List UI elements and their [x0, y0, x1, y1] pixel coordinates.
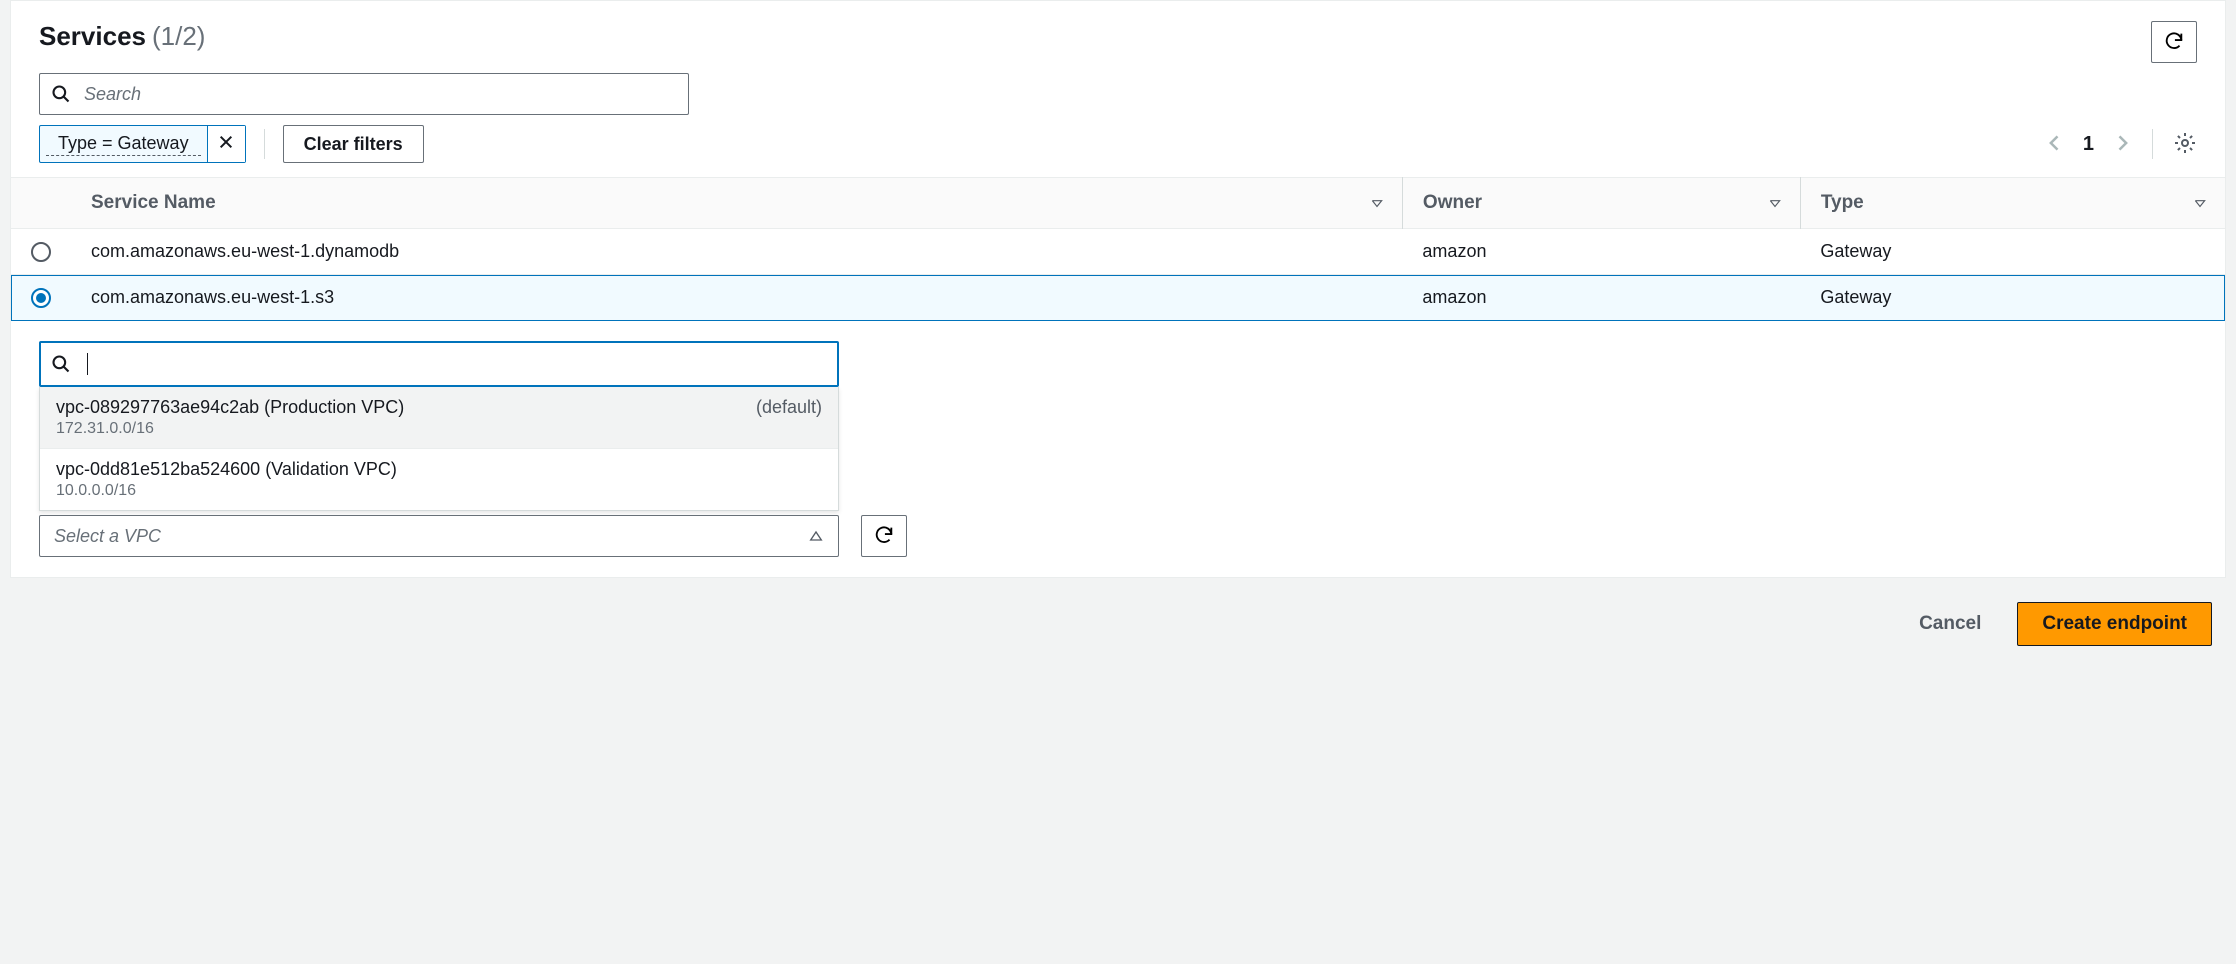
close-icon — [218, 133, 234, 156]
refresh-icon — [873, 524, 895, 549]
page-number: 1 — [2083, 133, 2094, 156]
cell-owner: amazon — [1402, 229, 1800, 275]
gear-icon — [2173, 131, 2197, 158]
panel-count: (1/2) — [152, 21, 205, 52]
search-icon — [51, 84, 71, 104]
sort-icon — [1370, 196, 1384, 210]
pagination: 1 — [2045, 133, 2132, 156]
search-row — [11, 63, 2225, 115]
panel-title: Services — [39, 21, 146, 52]
page-prev[interactable] — [2045, 133, 2065, 156]
vpc-select[interactable]: Select a VPC — [39, 515, 839, 557]
th-type[interactable]: Type — [1800, 178, 2225, 229]
table-row[interactable]: com.amazonaws.eu-west-1.dynamodb amazon … — [11, 229, 2225, 275]
vpc-refresh-button[interactable] — [861, 515, 907, 557]
th-label: Service Name — [91, 192, 216, 213]
chevron-right-icon — [2112, 133, 2132, 156]
services-search-input[interactable] — [39, 73, 689, 115]
filter-chip-label[interactable]: Type = Gateway — [46, 132, 201, 156]
panel-header: Services (1/2) — [11, 1, 2225, 63]
th-service-name[interactable]: Service Name — [71, 178, 1402, 229]
services-panel: Services (1/2) Type — [10, 0, 2226, 578]
sort-icon — [1768, 196, 1782, 210]
divider — [264, 129, 265, 159]
divider — [2152, 129, 2153, 159]
search-icon — [51, 354, 71, 374]
th-select — [11, 178, 71, 229]
vpc-option[interactable]: vpc-0dd81e512ba524600 (Validation VPC) 1… — [40, 449, 838, 510]
clear-filters-button[interactable]: Clear filters — [283, 125, 424, 163]
cell-owner: amazon — [1402, 275, 1800, 321]
radio-dot — [36, 293, 46, 303]
caret-up-icon — [808, 528, 824, 544]
footer-buttons: Cancel Create endpoint — [0, 578, 2236, 658]
vpc-default-tag: (default) — [756, 397, 822, 418]
refresh-button[interactable] — [2151, 21, 2197, 63]
search-box — [39, 73, 689, 115]
chevron-left-icon — [2045, 133, 2065, 156]
vpc-option[interactable]: vpc-089297763ae94c2ab (Production VPC) (… — [40, 387, 838, 449]
panel-title-row: Services (1/2) — [39, 21, 205, 52]
filter-right: 1 — [2045, 129, 2197, 159]
vpc-option-cidr: 172.31.0.0/16 — [56, 420, 822, 438]
th-label: Owner — [1423, 192, 1482, 213]
th-owner[interactable]: Owner — [1402, 178, 1800, 229]
row-radio[interactable] — [31, 288, 51, 308]
th-label: Type — [1821, 192, 1864, 213]
vpc-option-row: vpc-089297763ae94c2ab (Production VPC) (… — [56, 397, 822, 418]
vpc-search-input[interactable] — [39, 341, 839, 387]
vpc-search-box — [39, 341, 839, 387]
table-row[interactable]: com.amazonaws.eu-west-1.s3 amazon Gatewa… — [11, 275, 2225, 321]
cell-type: Gateway — [1800, 229, 2225, 275]
sort-icon — [2193, 196, 2207, 210]
cell-type: Gateway — [1800, 275, 2225, 321]
vpc-section: vpc-089297763ae94c2ab (Production VPC) (… — [11, 321, 2225, 577]
vpc-option-cidr: 10.0.0.0/16 — [56, 482, 822, 500]
filter-chip: Type = Gateway — [39, 125, 246, 163]
vpc-option-label: vpc-0dd81e512ba524600 (Validation VPC) — [56, 459, 397, 480]
cell-service-name: com.amazonaws.eu-west-1.s3 — [71, 275, 1402, 321]
filter-left: Type = Gateway Clear filters — [39, 125, 424, 163]
cancel-button[interactable]: Cancel — [1903, 602, 1997, 646]
create-endpoint-button[interactable]: Create endpoint — [2017, 602, 2212, 646]
filter-chip-remove[interactable] — [207, 126, 245, 162]
services-table: Service Name Owner Type — [11, 177, 2225, 321]
refresh-icon — [2163, 30, 2185, 55]
vpc-dropdown-list: vpc-089297763ae94c2ab (Production VPC) (… — [39, 387, 839, 511]
vpc-select-row: Select a VPC — [39, 515, 2197, 557]
vpc-select-placeholder: Select a VPC — [54, 526, 161, 547]
vpc-option-row: vpc-0dd81e512ba524600 (Validation VPC) — [56, 459, 822, 480]
settings-button[interactable] — [2173, 131, 2197, 158]
text-cursor — [87, 353, 88, 375]
vpc-option-label: vpc-089297763ae94c2ab (Production VPC) — [56, 397, 404, 418]
cell-service-name: com.amazonaws.eu-west-1.dynamodb — [71, 229, 1402, 275]
filter-row: Type = Gateway Clear filters — [11, 115, 2225, 177]
page-next[interactable] — [2112, 133, 2132, 156]
row-radio[interactable] — [31, 242, 51, 262]
